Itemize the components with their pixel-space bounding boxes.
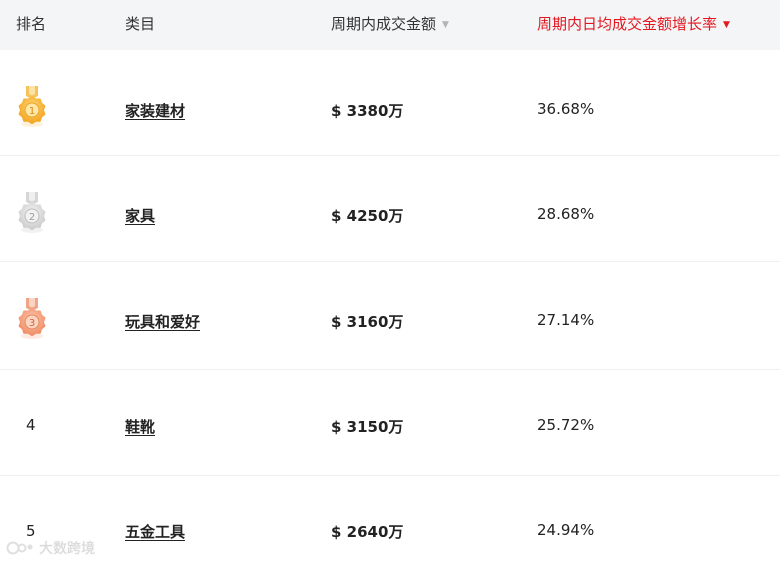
watermark: 大数跨境 — [6, 538, 95, 558]
category-link[interactable]: 家装建材 — [125, 100, 185, 121]
silver-medal-icon: 2 — [18, 192, 46, 233]
table-header: 排名 类目 周期内成交金额 ▼ 周期内日均成交金额增长率 ▼ — [0, 0, 780, 50]
svg-text:1: 1 — [29, 106, 35, 117]
growth-value: 25.72% — [537, 416, 595, 434]
header-rank: 排名 — [16, 15, 47, 33]
amount-value: $ 3150万 — [331, 418, 404, 436]
svg-text:3: 3 — [29, 318, 35, 329]
category-link[interactable]: 玩具和爱好 — [125, 311, 200, 332]
table-row: 2 家具 $ 4250万 28.68% — [0, 156, 780, 262]
sort-down-icon: ▼ — [442, 20, 449, 30]
growth-value: 28.68% — [537, 205, 595, 223]
gold-medal-icon: 1 — [18, 86, 46, 127]
growth-value: 36.68% — [537, 100, 595, 118]
header-category: 类目 — [125, 15, 156, 33]
svg-text:2: 2 — [29, 212, 35, 223]
brand-logo-icon — [6, 541, 33, 555]
header-growth-label: 周期内日均成交金额增长率 — [537, 15, 718, 33]
table-row: 3 玩具和爱好 $ 3160万 27.14% — [0, 262, 780, 370]
watermark-text: 大数跨境 — [39, 541, 95, 557]
table-row: 4 鞋靴 $ 3150万 25.72% — [0, 370, 780, 476]
amount-value: $ 2640万 — [331, 523, 404, 541]
ranking-table: 排名 类目 周期内成交金额 ▼ 周期内日均成交金额增长率 ▼ 1 家装建材 $ 33… — [0, 0, 780, 541]
amount-value: $ 3160万 — [331, 313, 404, 331]
category-link[interactable]: 鞋靴 — [125, 416, 155, 437]
growth-value: 27.14% — [537, 311, 595, 329]
table-row: 5 五金工具 $ 2640万 24.94% — [0, 476, 780, 564]
growth-value: 24.94% — [537, 521, 595, 539]
category-link[interactable]: 家具 — [125, 205, 155, 226]
table-row: 1 家装建材 $ 3380万 36.68% — [0, 50, 780, 156]
amount-value: $ 3380万 — [331, 102, 404, 120]
header-amount-sort[interactable]: 周期内成交金额 ▼ — [331, 0, 449, 50]
header-growth-sort[interactable]: 周期内日均成交金额增长率 ▼ — [537, 0, 730, 50]
amount-value: $ 4250万 — [331, 207, 404, 225]
bronze-medal-icon: 3 — [18, 298, 46, 339]
rank-number: 4 — [26, 416, 36, 434]
category-link[interactable]: 五金工具 — [125, 521, 185, 542]
sort-down-icon: ▼ — [723, 20, 730, 30]
header-amount-label: 周期内成交金额 — [331, 15, 437, 33]
